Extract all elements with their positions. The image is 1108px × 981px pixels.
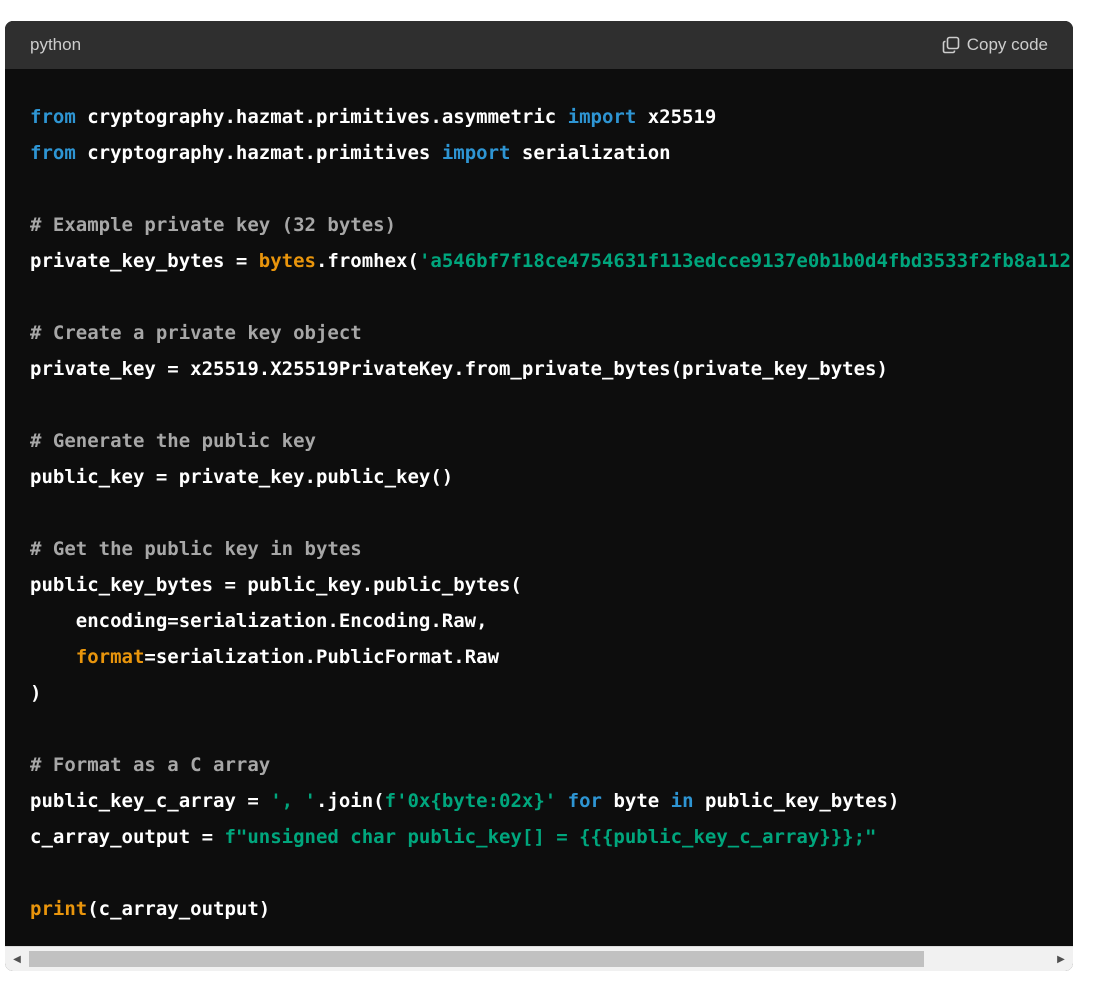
code-line: # Create a private key object [30, 315, 1073, 351]
code-token: cryptography.hazmat.primitives [75, 142, 442, 164]
code-token: # Example private key (32 bytes) [30, 214, 397, 236]
code-token: f"unsigned char public_key[] = {{{public… [224, 826, 877, 848]
code-line: private_key = x25519.X25519PrivateKey.fr… [30, 351, 1073, 387]
code-line: private_key_bytes = bytes.fromhex('a546b… [30, 243, 1073, 279]
code-token: .join( [315, 790, 385, 812]
code-token: (c_array_output) [87, 898, 271, 920]
code-line: # Example private key (32 bytes) [30, 207, 1073, 243]
code-line: # Generate the public key [30, 423, 1073, 459]
code-token: x25519 [636, 106, 717, 128]
code-token: from [30, 106, 76, 128]
code-token: =serialization.PublicFormat.Raw [144, 646, 500, 668]
code-content: from cryptography.hazmat.primitives.asym… [5, 69, 1073, 927]
code-token: import [567, 106, 637, 128]
code-token: cryptography.hazmat.primitives.asymmetri… [75, 106, 568, 128]
copy-code-button[interactable]: Copy code [941, 35, 1048, 55]
code-line: encoding=serialization.Encoding.Raw, [30, 603, 1073, 639]
code-line: public_key_bytes = public_key.public_byt… [30, 567, 1073, 603]
code-token: public_key_bytes = public_key.public_byt… [30, 574, 522, 596]
code-token: ) [30, 682, 42, 704]
code-token: byte [602, 790, 671, 812]
horizontal-scrollbar[interactable]: ◀ ▶ [5, 946, 1073, 971]
copy-code-label: Copy code [966, 35, 1048, 54]
code-token: # Generate the public key [30, 430, 316, 452]
scroll-right-icon[interactable]: ▶ [1051, 947, 1071, 971]
code-token: serialization [510, 142, 671, 164]
code-area[interactable]: from cryptography.hazmat.primitives.asym… [5, 69, 1073, 946]
code-block: python Copy code from cryptography.hazma… [5, 21, 1073, 971]
code-header: python Copy code [5, 21, 1073, 69]
code-line: # Format as a C array [30, 747, 1073, 783]
code-token: .fromhex( [315, 250, 419, 272]
code-token: encoding=serialization.Encoding.Raw, [30, 610, 488, 632]
code-line: from cryptography.hazmat.primitives impo… [30, 135, 1073, 171]
code-token: print [30, 898, 88, 920]
code-line: public_key = private_key.public_key() [30, 459, 1073, 495]
code-line: from cryptography.hazmat.primitives.asym… [30, 99, 1073, 135]
code-token: 'a546bf7f18ce4754631f113edcce9137e0b1b0d… [418, 250, 1071, 272]
code-token: in [670, 790, 694, 812]
code-token: private_key = x25519.X25519PrivateKey.fr… [30, 358, 888, 380]
code-token: # Format as a C array [30, 754, 271, 776]
code-token: bytes [258, 250, 316, 272]
code-token: public_key_bytes) [693, 790, 900, 812]
code-token: public_key_c_array = [30, 790, 271, 812]
scrollbar-thumb[interactable] [29, 951, 924, 967]
code-line: print(c_array_output) [30, 891, 1073, 927]
code-token: from [30, 142, 76, 164]
code-token: for [567, 790, 602, 812]
code-token: # Get the public key in bytes [30, 538, 362, 560]
copy-icon [941, 35, 961, 55]
code-line: format=serialization.PublicFormat.Raw [30, 639, 1073, 675]
code-line: c_array_output = f"unsigned char public_… [30, 819, 1073, 855]
code-token: # Create a private key object [30, 322, 362, 344]
code-token: public_key = private_key.public_key() [30, 466, 454, 488]
code-token: f'0x{byte:02x}' [384, 790, 557, 812]
code-token: c_array_output = [30, 826, 225, 848]
code-line: ) [30, 675, 1073, 711]
code-line: public_key_c_array = ', '.join(f'0x{byte… [30, 783, 1073, 819]
code-token: format [75, 646, 145, 668]
code-token: ', ' [270, 790, 316, 812]
code-line: # Get the public key in bytes [30, 531, 1073, 567]
scroll-left-icon[interactable]: ◀ [7, 947, 27, 971]
language-label: python [30, 35, 82, 54]
code-token: private_key_bytes = [30, 250, 259, 272]
code-token: import [441, 142, 511, 164]
